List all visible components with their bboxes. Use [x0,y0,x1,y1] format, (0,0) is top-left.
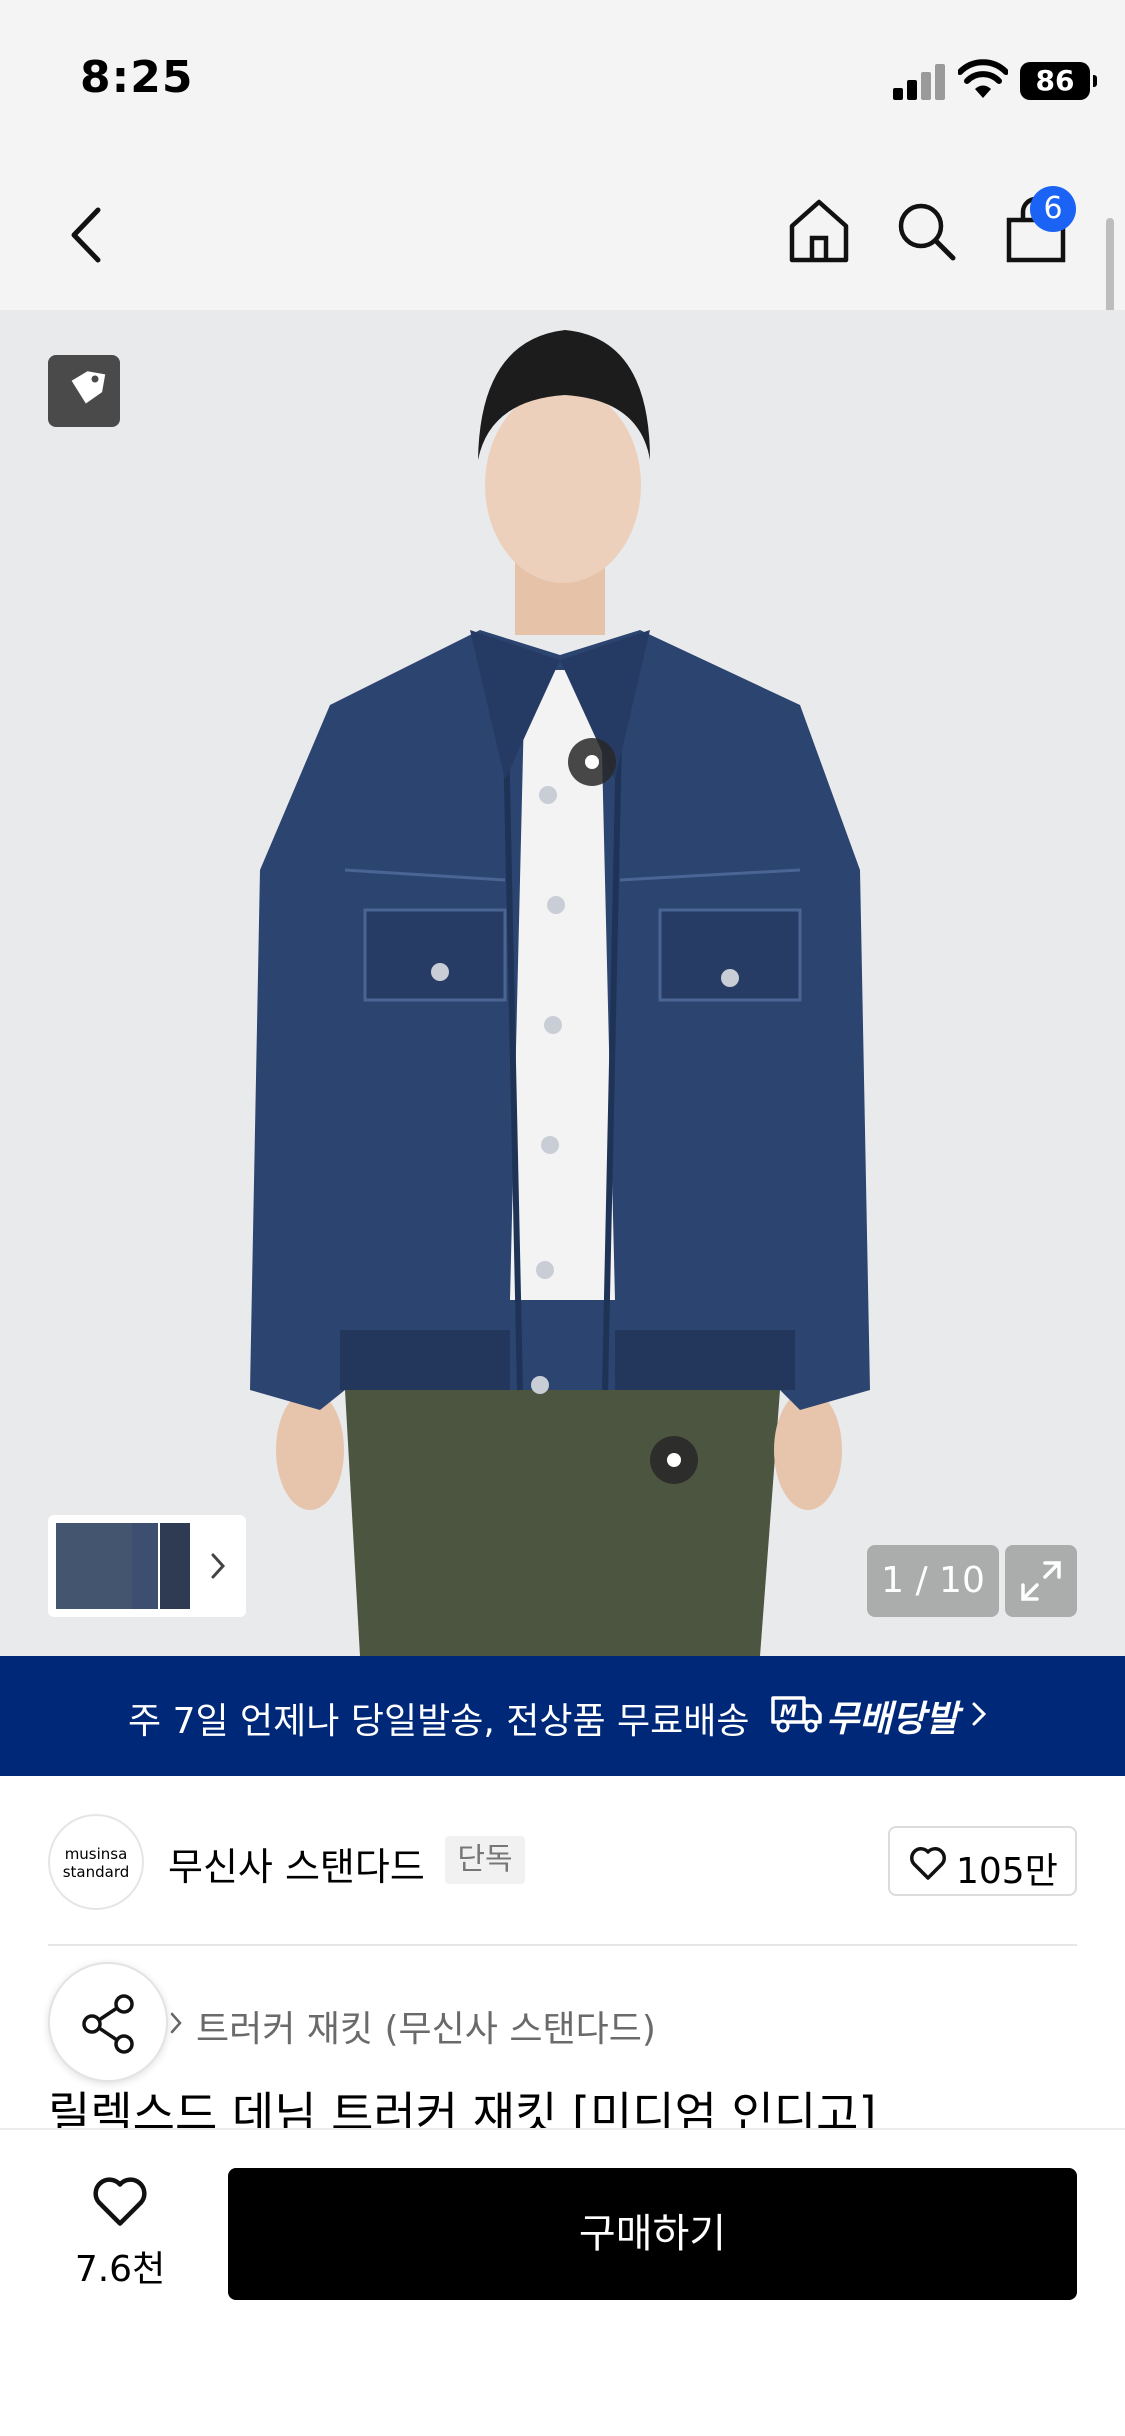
expand-icon [1021,1561,1061,1601]
chevron-right-icon [211,1553,226,1579]
battery-indicator: 86 [1020,62,1097,100]
model-photo [250,330,870,1656]
brand-logo[interactable]: musinsa standard [48,1814,144,1910]
heart-icon [93,2177,147,2226]
status-time: 8:25 [80,52,194,103]
price-tag-button[interactable] [48,355,120,427]
divider [48,1944,1077,1946]
back-icon[interactable] [60,200,116,270]
exclusive-badge: 단독 [445,1836,525,1884]
image-pager: 1 / 10 [867,1545,999,1617]
brand-name[interactable]: 무신사 스탠다드 [168,1836,425,1891]
chevron-right-icon [972,1702,987,1726]
buy-button[interactable]: 구매하기 [228,2168,1077,2300]
thumbnail-image[interactable] [132,1523,158,1609]
product-hotspot[interactable] [568,738,616,786]
brand-like-button[interactable]: 105만 [888,1826,1077,1896]
thumbnail-strip[interactable] [48,1515,246,1617]
banner-label: 무배당발 [826,1699,959,1740]
breadcrumb-category[interactable]: 트러커 재킷 (무신사 스탠다드) [196,2000,656,2052]
wishlist-button[interactable]: 7.6천 [60,2172,180,2292]
brand-like-count: 105만 [956,1851,1058,1892]
banner-text: 주 7일 언제나 당일발송, 전상품 무료배송 [128,1701,750,1742]
tag-icon [71,371,106,404]
svg-text:M: M [780,1702,797,1722]
cart-count-badge: 6 [1030,186,1076,232]
chevron-right-icon [170,2012,182,2034]
share-button[interactable] [48,1962,168,2082]
product-hotspot[interactable] [650,1436,698,1484]
heart-icon [910,1847,946,1880]
top-nav [0,160,1125,310]
expand-button[interactable] [1005,1545,1077,1617]
search-icon[interactable] [893,196,959,266]
wifi-icon [958,59,1008,98]
product-image[interactable] [0,310,1125,1656]
delivery-truck-icon: M [771,1696,822,1733]
thumbnail-image[interactable] [56,1523,132,1609]
product-title: 릴렉스드 데님 트러커 재킷 [미디엄 인디고] [48,2087,877,2130]
bottom-action-bar: 7.6천 구매하기 [0,2128,1125,2436]
home-icon[interactable] [786,196,852,266]
signal-icon [893,62,945,100]
status-bar: 8:25 86 [0,0,1125,160]
wishlist-count: 7.6천 [74,2249,166,2290]
share-icon [82,1994,134,2054]
shipping-banner[interactable]: 주 7일 언제나 당일발송, 전상품 무료배송 M 무배당발 [0,1656,1125,1776]
thumbnail-image[interactable] [160,1523,190,1609]
